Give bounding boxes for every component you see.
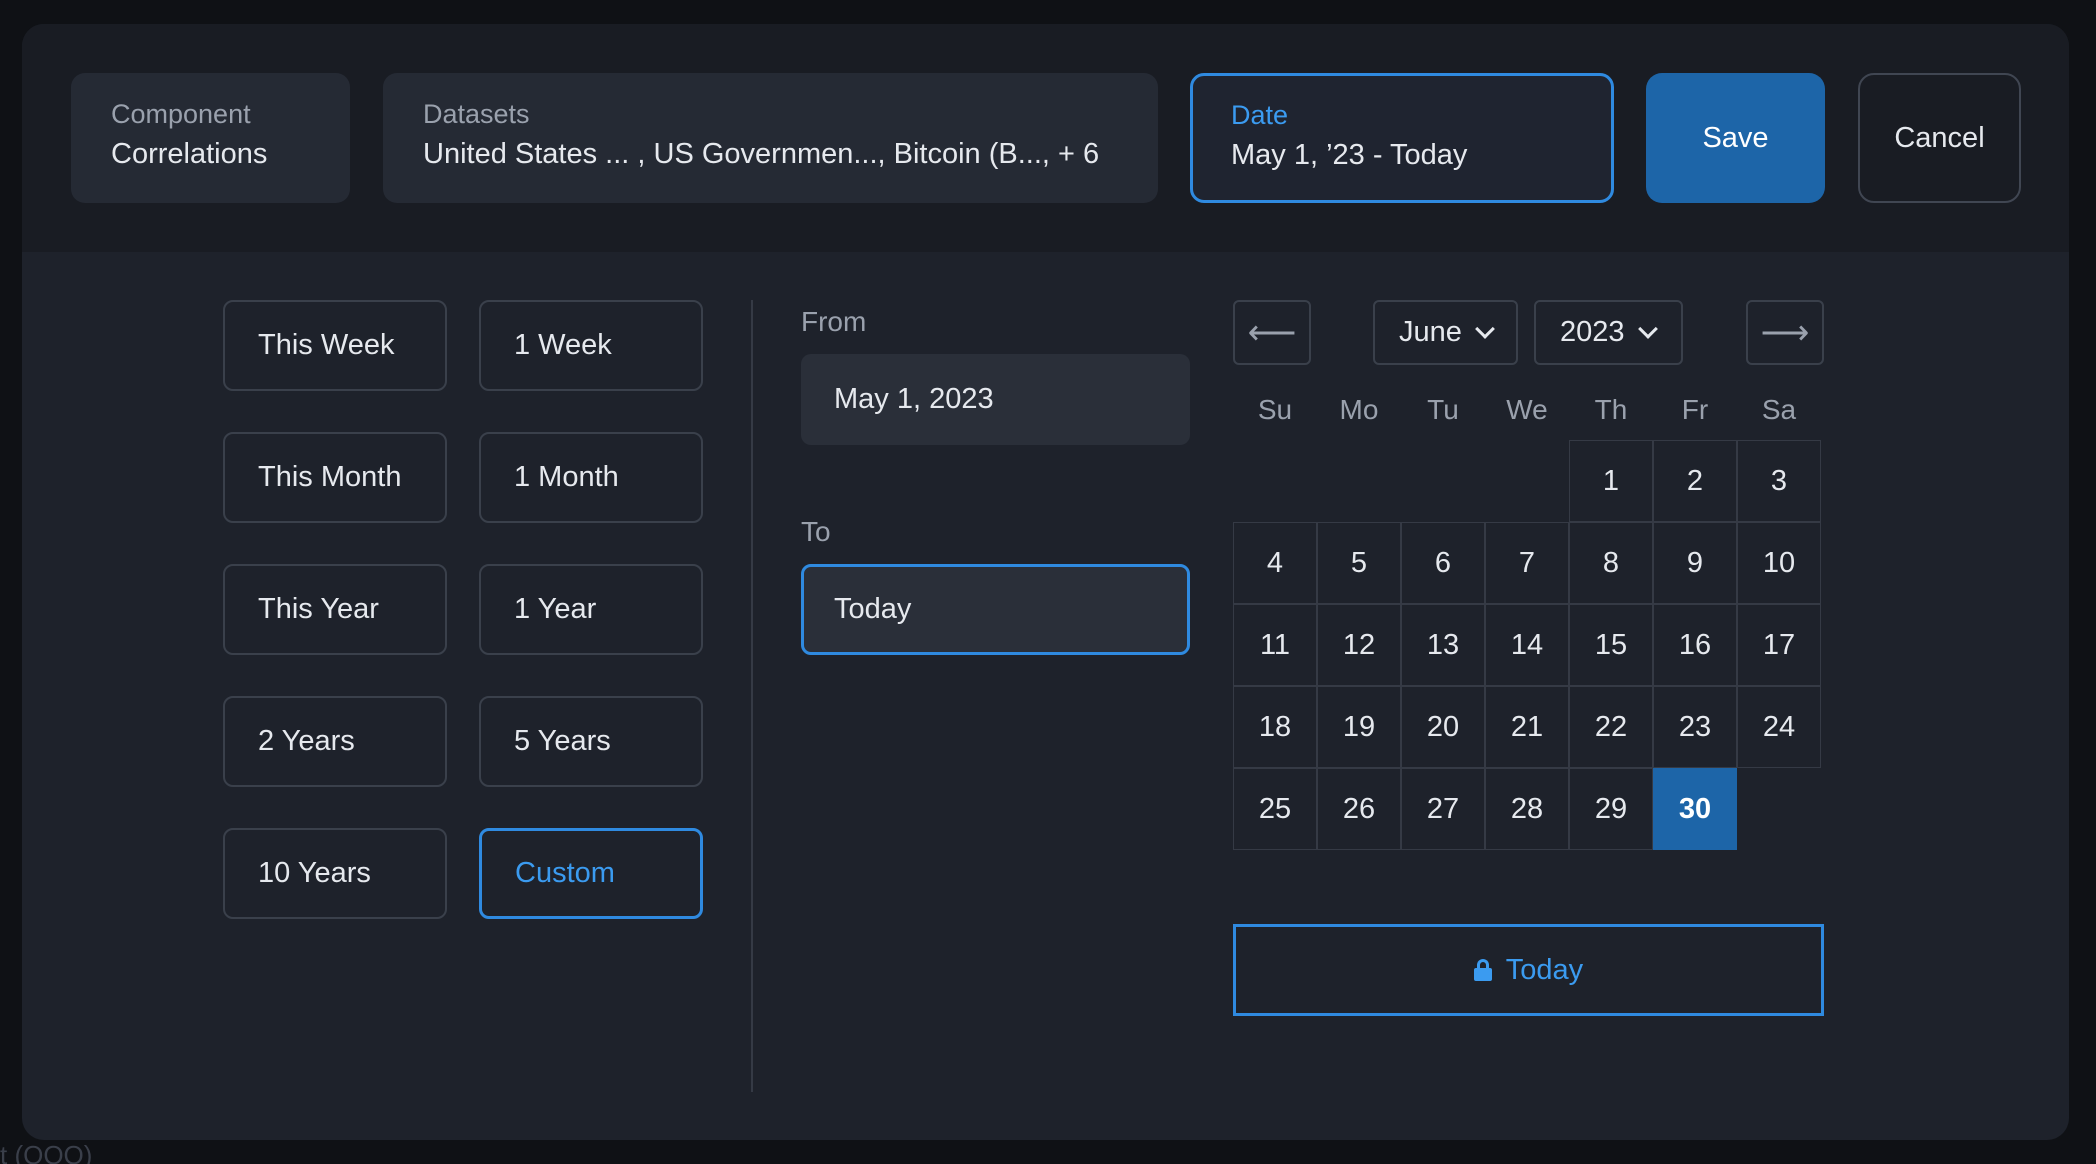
weekday-we: We — [1506, 394, 1548, 425]
calendar-day-27[interactable]: 27 — [1401, 768, 1485, 850]
calendar-day-15[interactable]: 15 — [1569, 604, 1653, 686]
weekday-su: Su — [1257, 394, 1293, 425]
calendar-day-21[interactable]: 21 — [1485, 686, 1569, 768]
calendar-day-24[interactable]: 24 — [1737, 686, 1821, 768]
preset-this-month[interactable]: This Month — [223, 432, 447, 523]
calendar-day-18[interactable]: 18 — [1233, 686, 1317, 768]
calendar-day-12[interactable]: 12 — [1317, 604, 1401, 686]
arrow-left-icon: ⟵ — [1247, 313, 1297, 352]
calendar-day-5[interactable]: 5 — [1317, 522, 1401, 604]
calendar-day-1[interactable]: 1 — [1569, 440, 1653, 522]
to-date-field[interactable]: Today — [801, 564, 1190, 655]
calendar-day-10[interactable]: 10 — [1737, 522, 1821, 604]
from-label: From — [801, 306, 867, 337]
calendar-day-7[interactable]: 7 — [1485, 522, 1569, 604]
preset-this-year[interactable]: This Year — [223, 564, 447, 655]
date-range-modal: Component Correlations Datasets United S… — [22, 24, 2069, 1140]
calendar-day-17[interactable]: 17 — [1737, 604, 1821, 686]
calendar-day-8[interactable]: 8 — [1569, 522, 1653, 604]
calendar-day-22[interactable]: 22 — [1569, 686, 1653, 768]
calendar-day-2[interactable]: 2 — [1653, 440, 1737, 522]
component-label: Component — [111, 99, 251, 129]
save-button[interactable]: Save — [1646, 73, 1825, 203]
preset-1-year[interactable]: 1 Year — [479, 564, 703, 655]
calendar-day-4[interactable]: 4 — [1233, 522, 1317, 604]
lock-icon — [1473, 959, 1492, 981]
month-select[interactable]: June — [1373, 300, 1518, 365]
preset-5-years[interactable]: 5 Years — [479, 696, 703, 787]
calendar-day-14[interactable]: 14 — [1485, 604, 1569, 686]
calendar-day-23[interactable]: 23 — [1653, 686, 1737, 768]
weekday-sa: Sa — [1761, 394, 1797, 425]
weekday-tu: Tu — [1427, 394, 1459, 425]
preset-10-years[interactable]: 10 Years — [223, 828, 447, 919]
date-value: May 1, ’23 - Today — [1231, 139, 1468, 171]
today-lock-button[interactable]: Today — [1233, 924, 1824, 1016]
calendar-day-13[interactable]: 13 — [1401, 604, 1485, 686]
chevron-down-icon — [1474, 318, 1495, 339]
calendar-day-9[interactable]: 9 — [1653, 522, 1737, 604]
calendar-day-26[interactable]: 26 — [1317, 768, 1401, 850]
calendar-day-6[interactable]: 6 — [1401, 522, 1485, 604]
calendar-day-19[interactable]: 19 — [1317, 686, 1401, 768]
datasets-chip[interactable]: Datasets United States ... , US Governme… — [383, 73, 1158, 203]
calendar-day-11[interactable]: 11 — [1233, 604, 1317, 686]
arrow-right-icon: ⟶ — [1760, 313, 1810, 352]
date-label: Date — [1231, 100, 1289, 130]
weekday-th: Th — [1594, 394, 1628, 425]
component-value: Correlations — [111, 138, 268, 170]
next-month-button[interactable]: ⟶ — [1746, 300, 1824, 365]
today-lock-label: Today — [1505, 953, 1584, 986]
datasets-value: United States ... , US Governmen..., Bit… — [423, 138, 1100, 170]
calendar-day-16[interactable]: 16 — [1653, 604, 1737, 686]
preset-this-week[interactable]: This Week — [223, 300, 447, 391]
calendar-day-3[interactable]: 3 — [1737, 440, 1821, 522]
component-chip[interactable]: Component Correlations — [71, 73, 350, 203]
cancel-button[interactable]: Cancel — [1858, 73, 2021, 203]
calendar-day-29[interactable]: 29 — [1569, 768, 1653, 850]
datasets-label: Datasets — [423, 99, 530, 129]
to-label: To — [801, 516, 831, 547]
background-text: t (QQQ) — [0, 1140, 93, 1164]
calendar-day-20[interactable]: 20 — [1401, 686, 1485, 768]
year-select-value: 2023 — [1560, 316, 1625, 348]
date-chip[interactable]: Date May 1, ’23 - Today — [1190, 73, 1614, 203]
preset-1-week[interactable]: 1 Week — [479, 300, 703, 391]
year-select[interactable]: 2023 — [1534, 300, 1683, 365]
calendar-grid: 1 2 3 4 5 6 7 8 9 10 11 12 13 14 15 16 17 18 19 20 21 22 23 24 2… — [1233, 440, 1821, 850]
chevron-down-icon — [1637, 318, 1658, 339]
weekday-fr: Fr — [1681, 394, 1709, 425]
preset-custom[interactable]: Custom — [479, 828, 703, 919]
calendar-day-28[interactable]: 28 — [1485, 768, 1569, 850]
calendar-day-30[interactable]: 30 — [1653, 768, 1737, 850]
month-select-value: June — [1399, 316, 1462, 348]
weekday-mo: Mo — [1339, 394, 1379, 425]
divider — [751, 300, 753, 1092]
modal-header: Component Correlations Datasets United S… — [22, 24, 2069, 252]
from-date-field[interactable]: May 1, 2023 — [801, 354, 1190, 445]
preset-2-years[interactable]: 2 Years — [223, 696, 447, 787]
calendar-day-25[interactable]: 25 — [1233, 768, 1317, 850]
preset-1-month[interactable]: 1 Month — [479, 432, 703, 523]
prev-month-button[interactable]: ⟵ — [1233, 300, 1311, 365]
